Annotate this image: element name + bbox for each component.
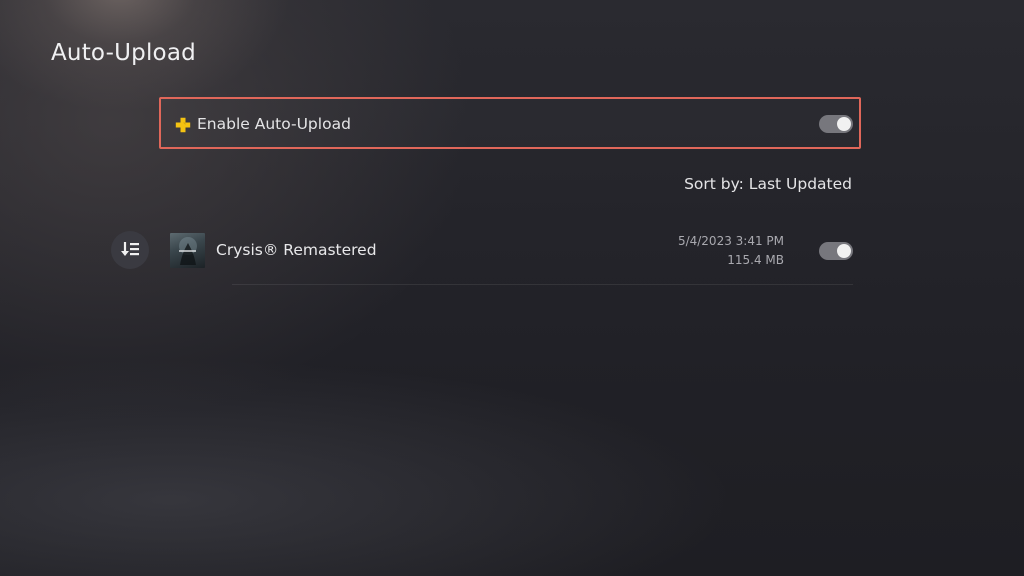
toggle-knob [837,244,851,258]
enable-auto-upload-row[interactable]: Enable Auto-Upload [159,97,861,149]
ps-plus-icon [175,117,191,133]
toggle-knob [837,117,851,131]
sort-by-control[interactable]: Sort by: Last Updated [684,175,852,193]
game-row-crysis-remastered[interactable]: Crysis® Remastered 5/4/2023 3:41 PM 115.… [170,228,861,272]
enable-auto-upload-label: Enable Auto-Upload [197,115,351,133]
game-file-size: 115.4 MB [727,253,784,267]
game-thumbnail [170,233,205,268]
game-last-updated: 5/4/2023 3:41 PM [677,234,784,248]
list-divider [232,284,853,285]
enable-auto-upload-toggle[interactable] [819,115,853,133]
game-auto-upload-toggle[interactable] [819,242,853,260]
game-title: Crysis® Remastered [216,241,377,259]
sort-descending-icon [121,242,139,256]
page-title: Auto-Upload [51,40,196,66]
sort-order-button[interactable] [111,231,149,269]
